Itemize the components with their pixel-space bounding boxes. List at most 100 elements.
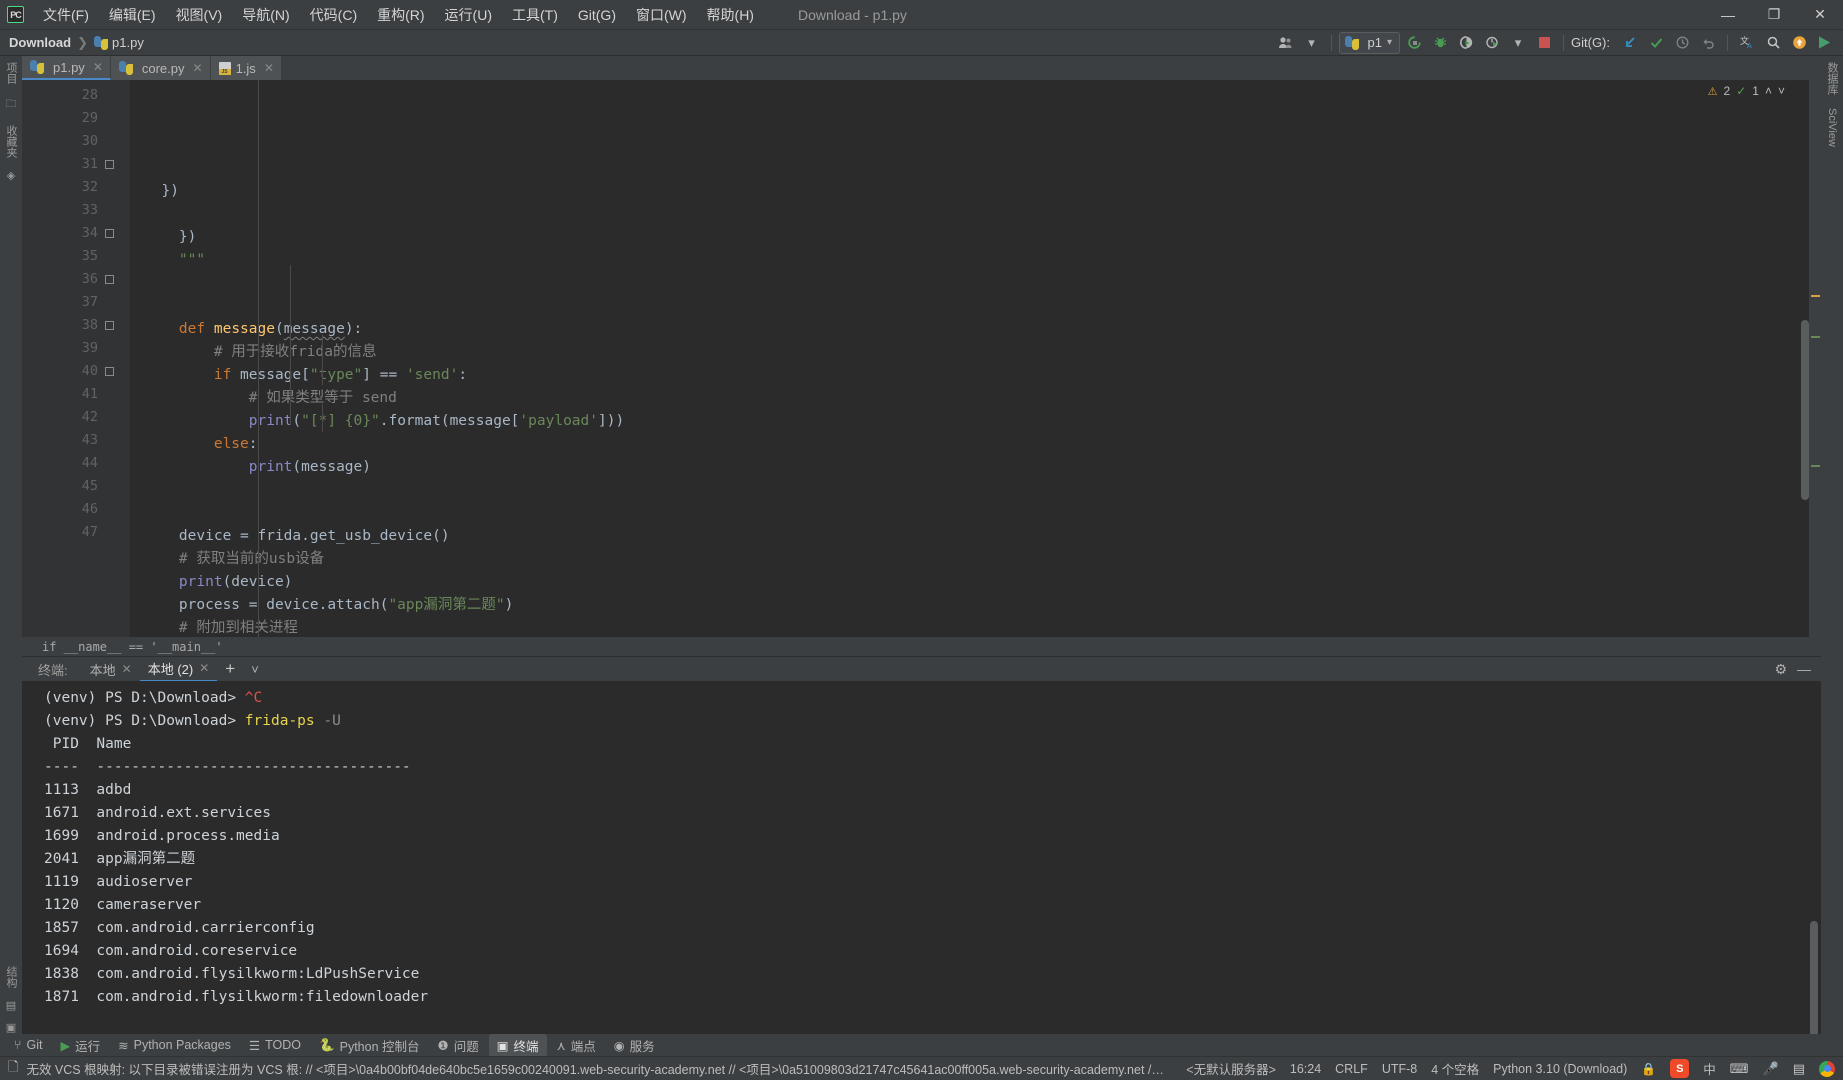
- code-line[interactable]: [130, 502, 1809, 525]
- code-line[interactable]: """: [130, 249, 1809, 272]
- code-fold-icon[interactable]: [105, 229, 114, 238]
- code-line[interactable]: [130, 203, 1809, 226]
- editor-tab-corepy[interactable]: core.py ✕: [110, 56, 211, 80]
- code-fold-icon[interactable]: [105, 160, 114, 169]
- minimize-button[interactable]: —: [1705, 0, 1751, 30]
- notification-icon[interactable]: 🗋: [8, 1058, 18, 1080]
- ime-icon[interactable]: ⌨: [1730, 1061, 1749, 1077]
- close-terminal-tab-icon[interactable]: ✕: [122, 662, 132, 676]
- mic-icon[interactable]: 🎤: [1763, 1061, 1779, 1077]
- breadcrumb-project[interactable]: Download: [9, 35, 71, 50]
- terminal-tab-local-2[interactable]: 本地 (2) ✕: [139, 657, 218, 682]
- line-number-gutter[interactable]: 28 29 30 31 32 33 34 35 36 37 38 39 40 41 42 43 44 45 46 47: [22, 80, 130, 637]
- menu-file[interactable]: 文件(F): [33, 2, 99, 28]
- rerun-icon[interactable]: [1402, 32, 1426, 54]
- terminal-output[interactable]: (venv) PS D:\Download> ^C (venv) PS D:\Do…: [22, 681, 1821, 1034]
- code-line[interactable]: # 用于接收frida的信息: [130, 341, 1809, 364]
- history-icon[interactable]: [1670, 32, 1694, 54]
- stop-icon[interactable]: [1532, 32, 1556, 54]
- menu-git[interactable]: Git(G): [568, 4, 626, 26]
- code-line[interactable]: # 获取当前的usb设备: [130, 548, 1809, 571]
- close-tab-icon[interactable]: ✕: [193, 61, 203, 75]
- indent-setting[interactable]: 4 个空格: [1431, 1059, 1479, 1078]
- keyboard-icon[interactable]: ▤: [1793, 1061, 1805, 1077]
- prev-problem-icon[interactable]: ˄: [1765, 84, 1772, 98]
- users-icon[interactable]: [1274, 32, 1298, 54]
- close-terminal-tab-icon[interactable]: ✕: [199, 661, 209, 675]
- gear-icon[interactable]: ⚙: [1774, 661, 1787, 678]
- minimize-icon[interactable]: —: [1797, 661, 1811, 678]
- tool-window-python-console[interactable]: 🐍 Python 控制台: [311, 1034, 427, 1057]
- menu-code[interactable]: 代码(C): [300, 2, 367, 28]
- status-message[interactable]: 无效 VCS 根映射: 以下目录被错误注册为 VCS 根: // <项目>\0a…: [26, 1059, 1166, 1078]
- menu-help[interactable]: 帮助(H): [697, 2, 764, 28]
- menu-refactor[interactable]: 重构(R): [367, 2, 434, 28]
- tool-window-favorites[interactable]: 收藏夹: [3, 123, 19, 160]
- translate-icon[interactable]: 文A: [1735, 32, 1759, 54]
- menu-run[interactable]: 运行(U): [435, 2, 502, 28]
- tool-window-project[interactable]: 项目: [3, 60, 19, 86]
- bookmarks-icon[interactable]: ▤: [6, 999, 16, 1012]
- update-project-icon[interactable]: [1618, 32, 1642, 54]
- commit-icon[interactable]: [1644, 32, 1668, 54]
- code-fold-icon[interactable]: [105, 321, 114, 330]
- code-line[interactable]: print("[*] {0}".format(message['payload'…: [130, 410, 1809, 433]
- close-tab-icon[interactable]: ✕: [93, 60, 103, 74]
- ime-mode[interactable]: 中: [1703, 1059, 1716, 1078]
- tool-window-sciview[interactable]: SciView: [1826, 106, 1838, 149]
- terminal-tab-local[interactable]: 本地 ✕: [82, 658, 140, 681]
- users-dropdown-caret-icon[interactable]: ▾: [1300, 32, 1324, 54]
- maximize-button[interactable]: ❐: [1751, 0, 1797, 30]
- code-line[interactable]: else:: [130, 433, 1809, 456]
- code-line[interactable]: device = frida.get_usb_device(): [130, 525, 1809, 548]
- code-line[interactable]: [130, 272, 1809, 295]
- code-line[interactable]: def message(message):: [130, 318, 1809, 341]
- editor-breadcrumb[interactable]: if __name__ == '__main__': [22, 637, 1821, 656]
- new-terminal-button[interactable]: +: [217, 657, 243, 681]
- sogou-icon[interactable]: S: [1670, 1059, 1690, 1078]
- profile-dropdown-caret-icon[interactable]: ▾: [1506, 32, 1530, 54]
- code-line[interactable]: }): [130, 180, 1809, 203]
- terminal-tabs-dropdown[interactable]: ˅: [243, 660, 267, 679]
- tool-window-endpoints[interactable]: ⋏ 端点: [549, 1034, 604, 1057]
- menu-tools[interactable]: 工具(T): [502, 2, 568, 28]
- ide-update-icon[interactable]: [1787, 32, 1811, 54]
- debug-icon[interactable]: [1428, 32, 1452, 54]
- breadcrumb-file[interactable]: p1.py: [112, 35, 144, 50]
- code-line[interactable]: print(device): [130, 571, 1809, 594]
- tool-window-problems[interactable]: ❶ 问题: [430, 1034, 487, 1057]
- code-line[interactable]: # 附加到相关进程: [130, 617, 1809, 637]
- tool-window-todo[interactable]: ☰ TODO: [241, 1036, 309, 1055]
- code-line[interactable]: [130, 295, 1809, 318]
- editor-tab-1js[interactable]: 1.js ✕: [210, 56, 282, 80]
- code-line[interactable]: if message["type"] == 'send':: [130, 364, 1809, 387]
- close-tab-icon[interactable]: ✕: [264, 61, 274, 75]
- lock-icon[interactable]: 🔒: [1641, 1062, 1656, 1076]
- close-button[interactable]: ✕: [1797, 0, 1843, 30]
- code-fold-icon[interactable]: [105, 275, 114, 284]
- code-line[interactable]: }): [130, 226, 1809, 249]
- tool-window-terminal[interactable]: ▣ 终端: [488, 1033, 547, 1057]
- code-line[interactable]: print(message): [130, 456, 1809, 479]
- menu-window[interactable]: 窗口(W): [626, 2, 697, 28]
- caret-position[interactable]: 16:24: [1290, 1062, 1321, 1076]
- commit-strip-icon[interactable]: ▣: [6, 1021, 16, 1034]
- inspection-summary-widget[interactable]: ⚠ 2 ✓ 1 ˄ ˅: [1708, 84, 1785, 98]
- structure-icon[interactable]: ◈: [7, 169, 15, 182]
- editor-tab-p1py[interactable]: p1.py ✕: [22, 56, 111, 80]
- code-line[interactable]: process = device.attach("app漏洞第二题"): [130, 594, 1809, 617]
- tool-window-structure-bottom[interactable]: 结构: [3, 964, 19, 990]
- next-problem-icon[interactable]: ˅: [1778, 84, 1785, 98]
- default-server-status[interactable]: <无默认服务器>: [1186, 1059, 1276, 1078]
- search-icon[interactable]: [1761, 32, 1785, 54]
- folder-icon[interactable]: 🗀: [6, 95, 17, 114]
- menu-navigate[interactable]: 导航(N): [232, 2, 299, 28]
- tool-window-database[interactable]: 数据库: [1824, 60, 1840, 97]
- python-interpreter[interactable]: Python 3.10 (Download): [1493, 1062, 1627, 1076]
- code-line[interactable]: # 如果类型等于 send: [130, 387, 1809, 410]
- tool-window-run[interactable]: ▶ 运行: [53, 1034, 109, 1057]
- menu-edit[interactable]: 编辑(E): [99, 2, 166, 28]
- run-anything-icon[interactable]: [1813, 32, 1837, 54]
- code-editor[interactable]: 28 29 30 31 32 33 34 35 36 37 38 39 40 41 42 43 44 45 46 47…: [22, 80, 1821, 637]
- tool-window-python-packages[interactable]: ≋ Python Packages: [110, 1036, 239, 1055]
